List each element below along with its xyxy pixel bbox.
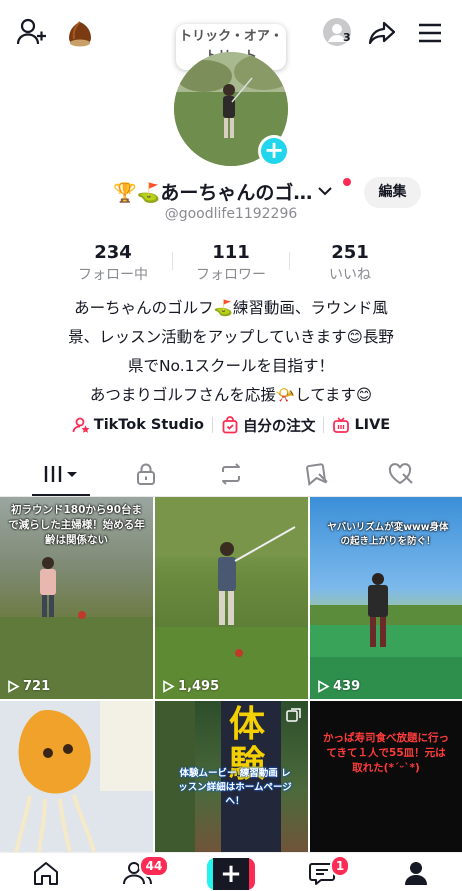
heart-hidden-icon xyxy=(388,463,413,485)
likes-count: 251 xyxy=(331,242,369,263)
add-avatar-button[interactable]: + xyxy=(258,135,290,167)
bookmark-hidden-icon xyxy=(306,463,328,486)
view-count: 721 xyxy=(7,679,50,694)
nav-inbox[interactable] xyxy=(276,857,368,889)
video-tile[interactable] xyxy=(0,701,153,852)
play-icon xyxy=(163,680,175,693)
video-tile[interactable]: ヤバいリズムが変www身体の起き上がりを防ぐ！ 439 xyxy=(310,497,462,699)
chestnut-button[interactable] xyxy=(64,18,96,50)
view-count: 439 xyxy=(317,679,360,694)
add-friend-icon xyxy=(17,18,46,45)
tiktok-studio-label: TikTok Studio xyxy=(93,417,204,433)
following-stat[interactable]: 234 フォロー中 xyxy=(58,242,168,286)
viewers-count: 3 xyxy=(343,31,351,44)
profile-name: 🏆⛳あーちゃんのゴ… xyxy=(113,181,313,204)
followers-count: 111 xyxy=(212,242,250,263)
menu-button[interactable] xyxy=(414,18,446,48)
video-tile[interactable]: 1,495 xyxy=(155,497,308,699)
link-divider xyxy=(211,417,213,433)
profile-bio: あーちゃんのゴルフ⛳練習動画、ラウンド風 景、レッスン活動をアップしていきます😊… xyxy=(30,294,432,410)
view-count-text: 439 xyxy=(333,679,361,694)
chevron-down-icon xyxy=(318,187,333,196)
video-caption: ヤバいリズムが変www身体の起き上がりを防ぐ！ xyxy=(327,522,449,547)
menu-icon xyxy=(419,23,441,43)
live-label: LIVE xyxy=(354,417,391,433)
grid-icon xyxy=(44,466,77,482)
bio-line: あーちゃんのゴルフ⛳練習動画、ラウンド風 xyxy=(74,299,388,317)
shopping-bag-icon xyxy=(222,416,238,434)
video-caption: 体験ムービー 練習動画 レッスン詳細はホームページへ！ xyxy=(178,768,292,807)
active-tab-indicator xyxy=(32,494,90,496)
stat-divider xyxy=(289,252,290,270)
link-divider xyxy=(323,417,325,433)
my-orders-link[interactable]: 自分の注文 xyxy=(221,415,316,436)
profile-links: TikTok Studio 自分の注文 LIVE xyxy=(0,413,462,437)
tab-private[interactable] xyxy=(100,452,192,496)
live-link[interactable]: LIVE xyxy=(332,416,390,434)
followers-stat[interactable]: 111 フォロワー xyxy=(176,242,286,286)
share-button[interactable] xyxy=(366,18,398,48)
bio-line: あつまりゴルフさんを応援📯してます😊 xyxy=(89,386,373,404)
share-icon xyxy=(368,21,396,45)
studio-icon xyxy=(72,417,90,433)
following-label: フォロー中 xyxy=(78,267,148,283)
likes-label: いいね xyxy=(329,267,371,283)
bio-line: 景、レッスン活動をアップしていきます😊長野 xyxy=(68,328,394,346)
tiktok-studio-link[interactable]: TikTok Studio xyxy=(72,416,204,434)
home-icon xyxy=(34,862,58,885)
view-count-text: 721 xyxy=(23,679,51,694)
play-icon xyxy=(318,680,330,693)
followers-label: フォロワー xyxy=(196,267,266,283)
my-orders-label: 自分の注文 xyxy=(242,418,316,435)
tab-liked[interactable] xyxy=(355,452,447,496)
video-tile[interactable]: かっぱ寿司食べ放題に行ってきて１人で55皿！元は取れた(*´ᵕ`*) xyxy=(310,701,462,852)
profile-name-row[interactable]: 🏆⛳あーちゃんのゴ… xyxy=(113,176,334,206)
nav-friends[interactable] xyxy=(92,857,184,889)
plus-icon: + xyxy=(261,138,287,164)
lock-icon xyxy=(137,463,155,485)
edit-profile-button[interactable]: 編集 xyxy=(364,177,421,208)
bio-line: 県でNo.1スクールを目指す！ xyxy=(127,357,335,375)
add-friend-button[interactable] xyxy=(16,18,48,46)
following-count: 234 xyxy=(94,242,132,263)
live-tv-icon xyxy=(333,417,350,433)
chestnut-icon xyxy=(69,21,91,47)
video-thumbnail xyxy=(0,701,153,852)
friends-badge: 44 xyxy=(139,855,169,877)
video-caption: かっぱ寿司食べ放題に行ってきて１人で55皿！元は取れた(*´ᵕ`*) xyxy=(323,732,449,774)
profile-tabs xyxy=(0,452,462,497)
video-caption: 初ラウンド180から90台まで減らした主婦様！始める年齢は関係ない xyxy=(8,504,145,546)
tab-videos[interactable] xyxy=(15,452,107,496)
inbox-badge: 1 xyxy=(330,855,350,877)
username: @goodlife1192296 xyxy=(164,206,298,222)
view-count: 1,495 xyxy=(162,679,219,694)
nav-home[interactable] xyxy=(0,857,92,889)
video-thumbnail xyxy=(155,497,308,699)
tab-favorites[interactable] xyxy=(272,452,364,496)
slideshow-icon xyxy=(286,708,301,722)
stat-divider xyxy=(172,252,173,270)
nav-profile[interactable] xyxy=(370,857,462,889)
tab-reposts[interactable] xyxy=(185,452,277,496)
repost-icon xyxy=(222,463,240,485)
view-count-text: 1,495 xyxy=(178,679,220,694)
play-icon xyxy=(8,680,20,693)
notification-dot xyxy=(343,178,351,186)
profile-icon xyxy=(405,862,427,885)
plus-icon: + xyxy=(213,858,249,890)
video-tile[interactable]: 体験 体験ムービー 練習動画 レッスン詳細はホームページへ！ xyxy=(155,701,308,852)
likes-stat[interactable]: 251 いいね xyxy=(295,242,405,286)
video-tile[interactable]: 初ラウンド180から90台まで減らした主婦様！始める年齢は関係ない 721 xyxy=(0,497,153,699)
